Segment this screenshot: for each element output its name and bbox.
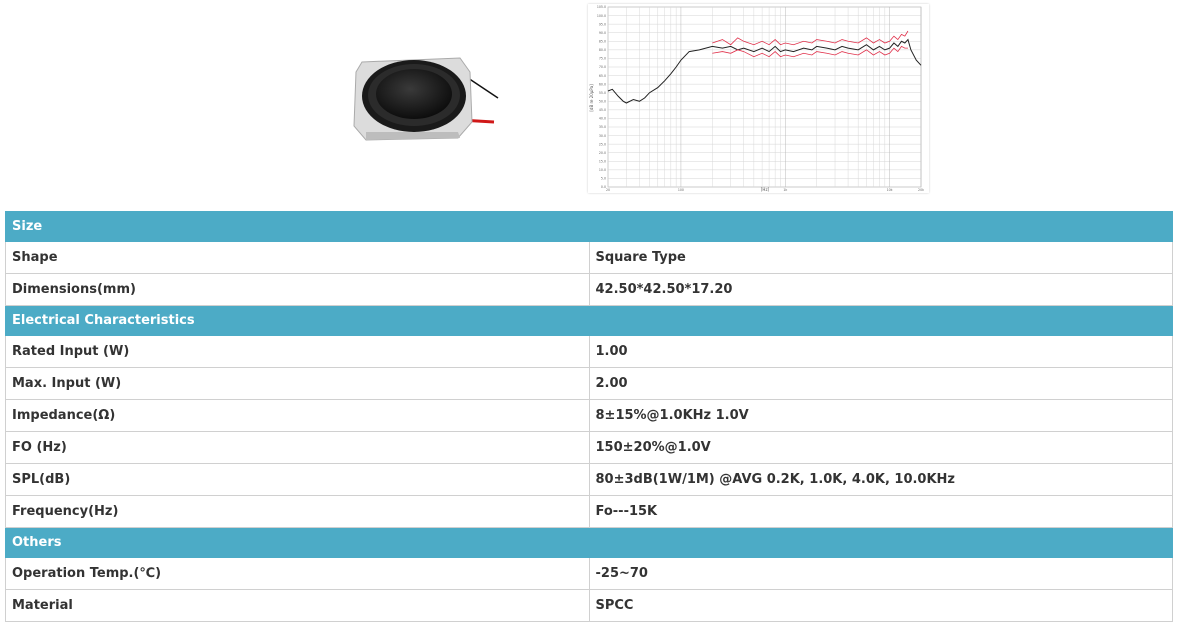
y-tick-label: 85.0 xyxy=(599,39,606,43)
y-tick-label: 105.0 xyxy=(597,5,606,9)
y-tick-label: 20.0 xyxy=(599,151,606,155)
spec-value: 42.50*42.50*17.20 xyxy=(588,273,1173,306)
spec-label: Dimensions(mm) xyxy=(5,273,590,306)
y-tick-label: 10.0 xyxy=(599,168,606,172)
spec-row: Shape Square Type xyxy=(5,241,1173,274)
spec-row: FO (Hz) 150±20%@1.0V xyxy=(5,431,1173,464)
y-tick-label: 65.0 xyxy=(599,74,606,78)
section-title: Others xyxy=(5,527,1173,558)
section-header: Electrical Characteristics xyxy=(5,305,1173,336)
x-tick-label: 100 xyxy=(678,188,684,192)
x-axis-label: [Hz] xyxy=(761,187,770,192)
spec-value: 80±3dB(1W/1M) @AVG 0.2K, 1.0K, 4.0K, 10.… xyxy=(588,463,1173,496)
spec-value: 150±20%@1.0V xyxy=(588,431,1173,464)
x-tick-label: 10k xyxy=(887,188,893,192)
y-tick-label: 50.0 xyxy=(599,99,606,103)
y-tick-label: 80.0 xyxy=(599,48,606,52)
y-tick-label: 15.0 xyxy=(599,159,606,163)
section-title: Electrical Characteristics xyxy=(5,305,1173,336)
section-title: Size xyxy=(5,211,1173,242)
section-header: Others xyxy=(5,527,1173,558)
y-tick-label: 30.0 xyxy=(599,134,606,138)
y-tick-label: 75.0 xyxy=(599,57,606,61)
x-tick-label: 1k xyxy=(783,188,787,192)
section-header: Size xyxy=(5,211,1173,242)
spec-row: Frequency(Hz) Fo---15K xyxy=(5,495,1173,528)
chart-svg: 0.05.010.015.020.025.030.035.040.045.050… xyxy=(589,5,924,192)
spec-label: Rated Input (W) xyxy=(5,335,590,368)
x-tick-label: 20k xyxy=(918,188,924,192)
spec-row: Material SPCC xyxy=(5,589,1173,622)
spec-label: Max. Input (W) xyxy=(5,367,590,400)
x-tick-label: 20 xyxy=(606,188,610,192)
spec-value: Fo---15K xyxy=(588,495,1173,528)
y-tick-label: 70.0 xyxy=(599,65,606,69)
spec-label: Shape xyxy=(5,241,590,274)
y-tick-label: 55.0 xyxy=(599,91,606,95)
spec-label: SPL(dB) xyxy=(5,463,590,496)
spec-value: SPCC xyxy=(588,589,1173,622)
spec-table: Size Shape Square Type Dimensions(mm) 42.50*… xyxy=(5,211,1173,622)
y-tick-label: 25.0 xyxy=(599,142,606,146)
spec-label: Material xyxy=(5,589,590,622)
spec-label: Operation Temp.(℃) xyxy=(5,557,590,590)
spec-value: -25~70 xyxy=(588,557,1173,590)
y-tick-label: 95.0 xyxy=(599,22,606,26)
y-tick-label: 40.0 xyxy=(599,117,606,121)
frequency-response-chart: 0.0 5.0 10.0 15.0 20.0 25.0 30.0 35.0 40.0 45.0 50… xyxy=(588,4,929,193)
y-tick-label: 100.0 xyxy=(597,14,606,18)
spec-row: Rated Input (W) 1.00 xyxy=(5,335,1173,368)
y-tick-label: 90.0 xyxy=(599,31,606,35)
spec-label: FO (Hz) xyxy=(5,431,590,464)
spec-value: 8±15%@1.0KHz 1.0V xyxy=(588,399,1173,432)
y-tick-label: 45.0 xyxy=(599,108,606,112)
spec-row: Impedance(Ω) 8±15%@1.0KHz 1.0V xyxy=(5,399,1173,432)
spec-row: Dimensions(mm) 42.50*42.50*17.20 xyxy=(5,273,1173,306)
product-photo xyxy=(348,50,500,146)
spec-label: Impedance(Ω) xyxy=(5,399,590,432)
spec-value: 2.00 xyxy=(588,367,1173,400)
spec-label: Frequency(Hz) xyxy=(5,495,590,528)
y-axis-label: [dB re 20µPa] xyxy=(589,84,594,112)
spec-row: Operation Temp.(℃) -25~70 xyxy=(5,557,1173,590)
chart-grid xyxy=(607,6,922,188)
spec-row: Max. Input (W) 2.00 xyxy=(5,367,1173,400)
plot-area xyxy=(607,6,922,188)
y-tick-label: 60.0 xyxy=(599,82,606,86)
y-tick-label: 35.0 xyxy=(599,125,606,129)
y-tick-label: 5.0 xyxy=(601,177,606,181)
spec-value: Square Type xyxy=(588,241,1173,274)
spec-row: SPL(dB) 80±3dB(1W/1M) @AVG 0.2K, 1.0K, 4.… xyxy=(5,463,1173,496)
spec-value: 1.00 xyxy=(588,335,1173,368)
